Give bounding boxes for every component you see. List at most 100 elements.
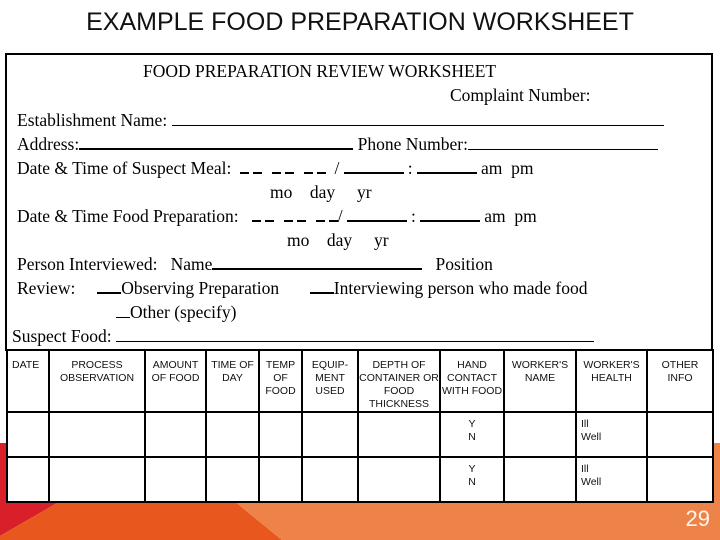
header-date: DATE [6, 349, 50, 413]
prep-day-field-1[interactable] [283, 206, 293, 222]
form-heading: FOOD PREPARATION REVIEW WORKSHEET [143, 61, 497, 81]
cell-hand-contact[interactable]: Y N [439, 411, 505, 458]
cell-temp-of-food[interactable] [258, 456, 303, 503]
meal-month-field-1[interactable] [240, 158, 250, 174]
observing-option-label: Observing Preparation [121, 278, 280, 298]
phone-number-field[interactable] [467, 135, 658, 150]
cell-workers-name[interactable] [503, 411, 577, 458]
meal-minute-field[interactable] [416, 158, 477, 174]
health-ill[interactable]: Ill [581, 463, 646, 476]
interviewee-name-field[interactable] [212, 254, 423, 270]
cell-process-observation[interactable] [48, 456, 146, 503]
cell-workers-health[interactable]: Ill Well [575, 456, 648, 503]
suspect-meal-label: Date & Time of Suspect Meal: [17, 158, 232, 178]
meal-pm-option[interactable]: pm [511, 158, 533, 178]
hand-contact-no[interactable]: N [441, 476, 503, 489]
address-field[interactable] [79, 134, 354, 150]
prep-minute-field[interactable] [420, 206, 481, 222]
suspect-food-field[interactable] [116, 327, 595, 342]
worksheet-form: FOOD PREPARATION REVIEW WORKSHEET Compla… [5, 53, 713, 351]
cell-equipment-used[interactable] [301, 411, 359, 458]
time-separator: : [411, 206, 416, 226]
day-label: day [326, 230, 353, 250]
prep-year-field-1[interactable] [315, 206, 325, 222]
establishment-label: Establishment Name: [17, 110, 168, 130]
person-interviewed-row: Person Interviewed: Name Position [17, 254, 493, 274]
header-amount-of-food: AMOUNT OF FOOD [144, 349, 207, 413]
review-label: Review: [17, 278, 76, 298]
prep-month-field-1[interactable] [251, 206, 261, 222]
meal-day-field-2[interactable] [285, 158, 295, 174]
prep-year-field-2[interactable] [328, 206, 338, 222]
date-separator: / [337, 206, 343, 226]
complaint-number-label: Complaint Number: [450, 85, 591, 105]
yr-label: yr [374, 230, 389, 250]
header-workers-health: WORKER'S HEALTH [575, 349, 648, 413]
header-other-info: OTHER INFO [646, 349, 714, 413]
meal-hour-field[interactable] [343, 158, 404, 174]
cell-time-of-day[interactable] [205, 411, 260, 458]
other-checkbox[interactable] [116, 303, 130, 318]
cell-other-info[interactable] [646, 411, 714, 458]
cell-date[interactable] [6, 456, 50, 503]
day-label: day [309, 182, 336, 202]
hand-contact-yes[interactable]: Y [441, 418, 503, 431]
cell-hand-contact[interactable]: Y N [439, 456, 505, 503]
cell-date[interactable] [6, 411, 50, 458]
cell-depth-of-container[interactable] [357, 456, 441, 503]
page-number: 29 [685, 506, 710, 531]
table-row: Y N Ill Well [6, 411, 714, 458]
prep-month-field-2[interactable] [264, 206, 274, 222]
observation-table-wrap: DATE PROCESS OBSERVATION AMOUNT OF FOOD … [6, 349, 714, 503]
hand-contact-no[interactable]: N [441, 431, 503, 444]
meal-year-field-1[interactable] [304, 158, 314, 174]
prep-pm-option[interactable]: pm [514, 206, 536, 226]
header-workers-name: WORKER'S NAME [503, 349, 577, 413]
header-hand-contact: HAND CONTACT WITH FOOD [439, 349, 505, 413]
phone-label: Phone Number: [357, 134, 468, 154]
meal-month-field-2[interactable] [253, 158, 263, 174]
prep-day-field-2[interactable] [296, 206, 306, 222]
date-separator: / [334, 158, 340, 178]
meal-date-labels: mo day yr [270, 182, 372, 202]
suspect-meal-row: Date & Time of Suspect Meal: / : am pm [17, 158, 534, 178]
cell-amount-of-food[interactable] [144, 456, 207, 503]
cell-workers-name[interactable] [503, 456, 577, 503]
suspect-food-row: Suspect Food: [12, 326, 595, 346]
address-row: Address: Phone Number: [17, 134, 658, 154]
interviewing-checkbox[interactable] [309, 278, 334, 294]
other-row: Other (specify) [116, 302, 236, 322]
health-well[interactable]: Well [581, 431, 646, 444]
slide-title: EXAMPLE FOOD PREPARATION WORKSHEET [86, 8, 634, 36]
address-label: Address: [17, 134, 80, 154]
person-interviewed-label: Person Interviewed: [17, 254, 158, 274]
meal-day-field-1[interactable] [272, 158, 282, 174]
cell-amount-of-food[interactable] [144, 411, 207, 458]
establishment-name-field[interactable] [171, 111, 664, 126]
cell-other-info[interactable] [646, 456, 714, 503]
health-ill[interactable]: Ill [581, 418, 646, 431]
header-time-of-day: TIME OF DAY [205, 349, 260, 413]
table-row: Y N Ill Well [6, 456, 714, 503]
cell-workers-health[interactable]: Ill Well [575, 411, 648, 458]
cell-equipment-used[interactable] [301, 456, 359, 503]
cell-time-of-day[interactable] [205, 456, 260, 503]
meal-year-field-2[interactable] [317, 158, 327, 174]
cell-temp-of-food[interactable] [258, 411, 303, 458]
prep-hour-field[interactable] [347, 206, 408, 222]
table-header-row: DATE PROCESS OBSERVATION AMOUNT OF FOOD … [6, 349, 714, 413]
mo-label: mo [270, 182, 293, 202]
header-depth-of-container: DEPTH OF CONTAINER OR FOOD THICKNESS [357, 349, 441, 413]
food-prep-row: Date & Time Food Preparation: / : am pm [17, 206, 537, 226]
food-prep-label: Date & Time Food Preparation: [17, 206, 239, 226]
prep-am-option[interactable]: am [484, 206, 505, 226]
health-well[interactable]: Well [581, 476, 646, 489]
hand-contact-yes[interactable]: Y [441, 463, 503, 476]
cell-depth-of-container[interactable] [357, 411, 441, 458]
time-separator: : [407, 158, 413, 178]
observing-checkbox[interactable] [97, 278, 122, 294]
cell-process-observation[interactable] [48, 411, 146, 458]
prep-date-labels: mo day yr [287, 230, 389, 250]
observation-table: DATE PROCESS OBSERVATION AMOUNT OF FOOD … [6, 349, 714, 503]
meal-am-option[interactable]: am [481, 158, 502, 178]
